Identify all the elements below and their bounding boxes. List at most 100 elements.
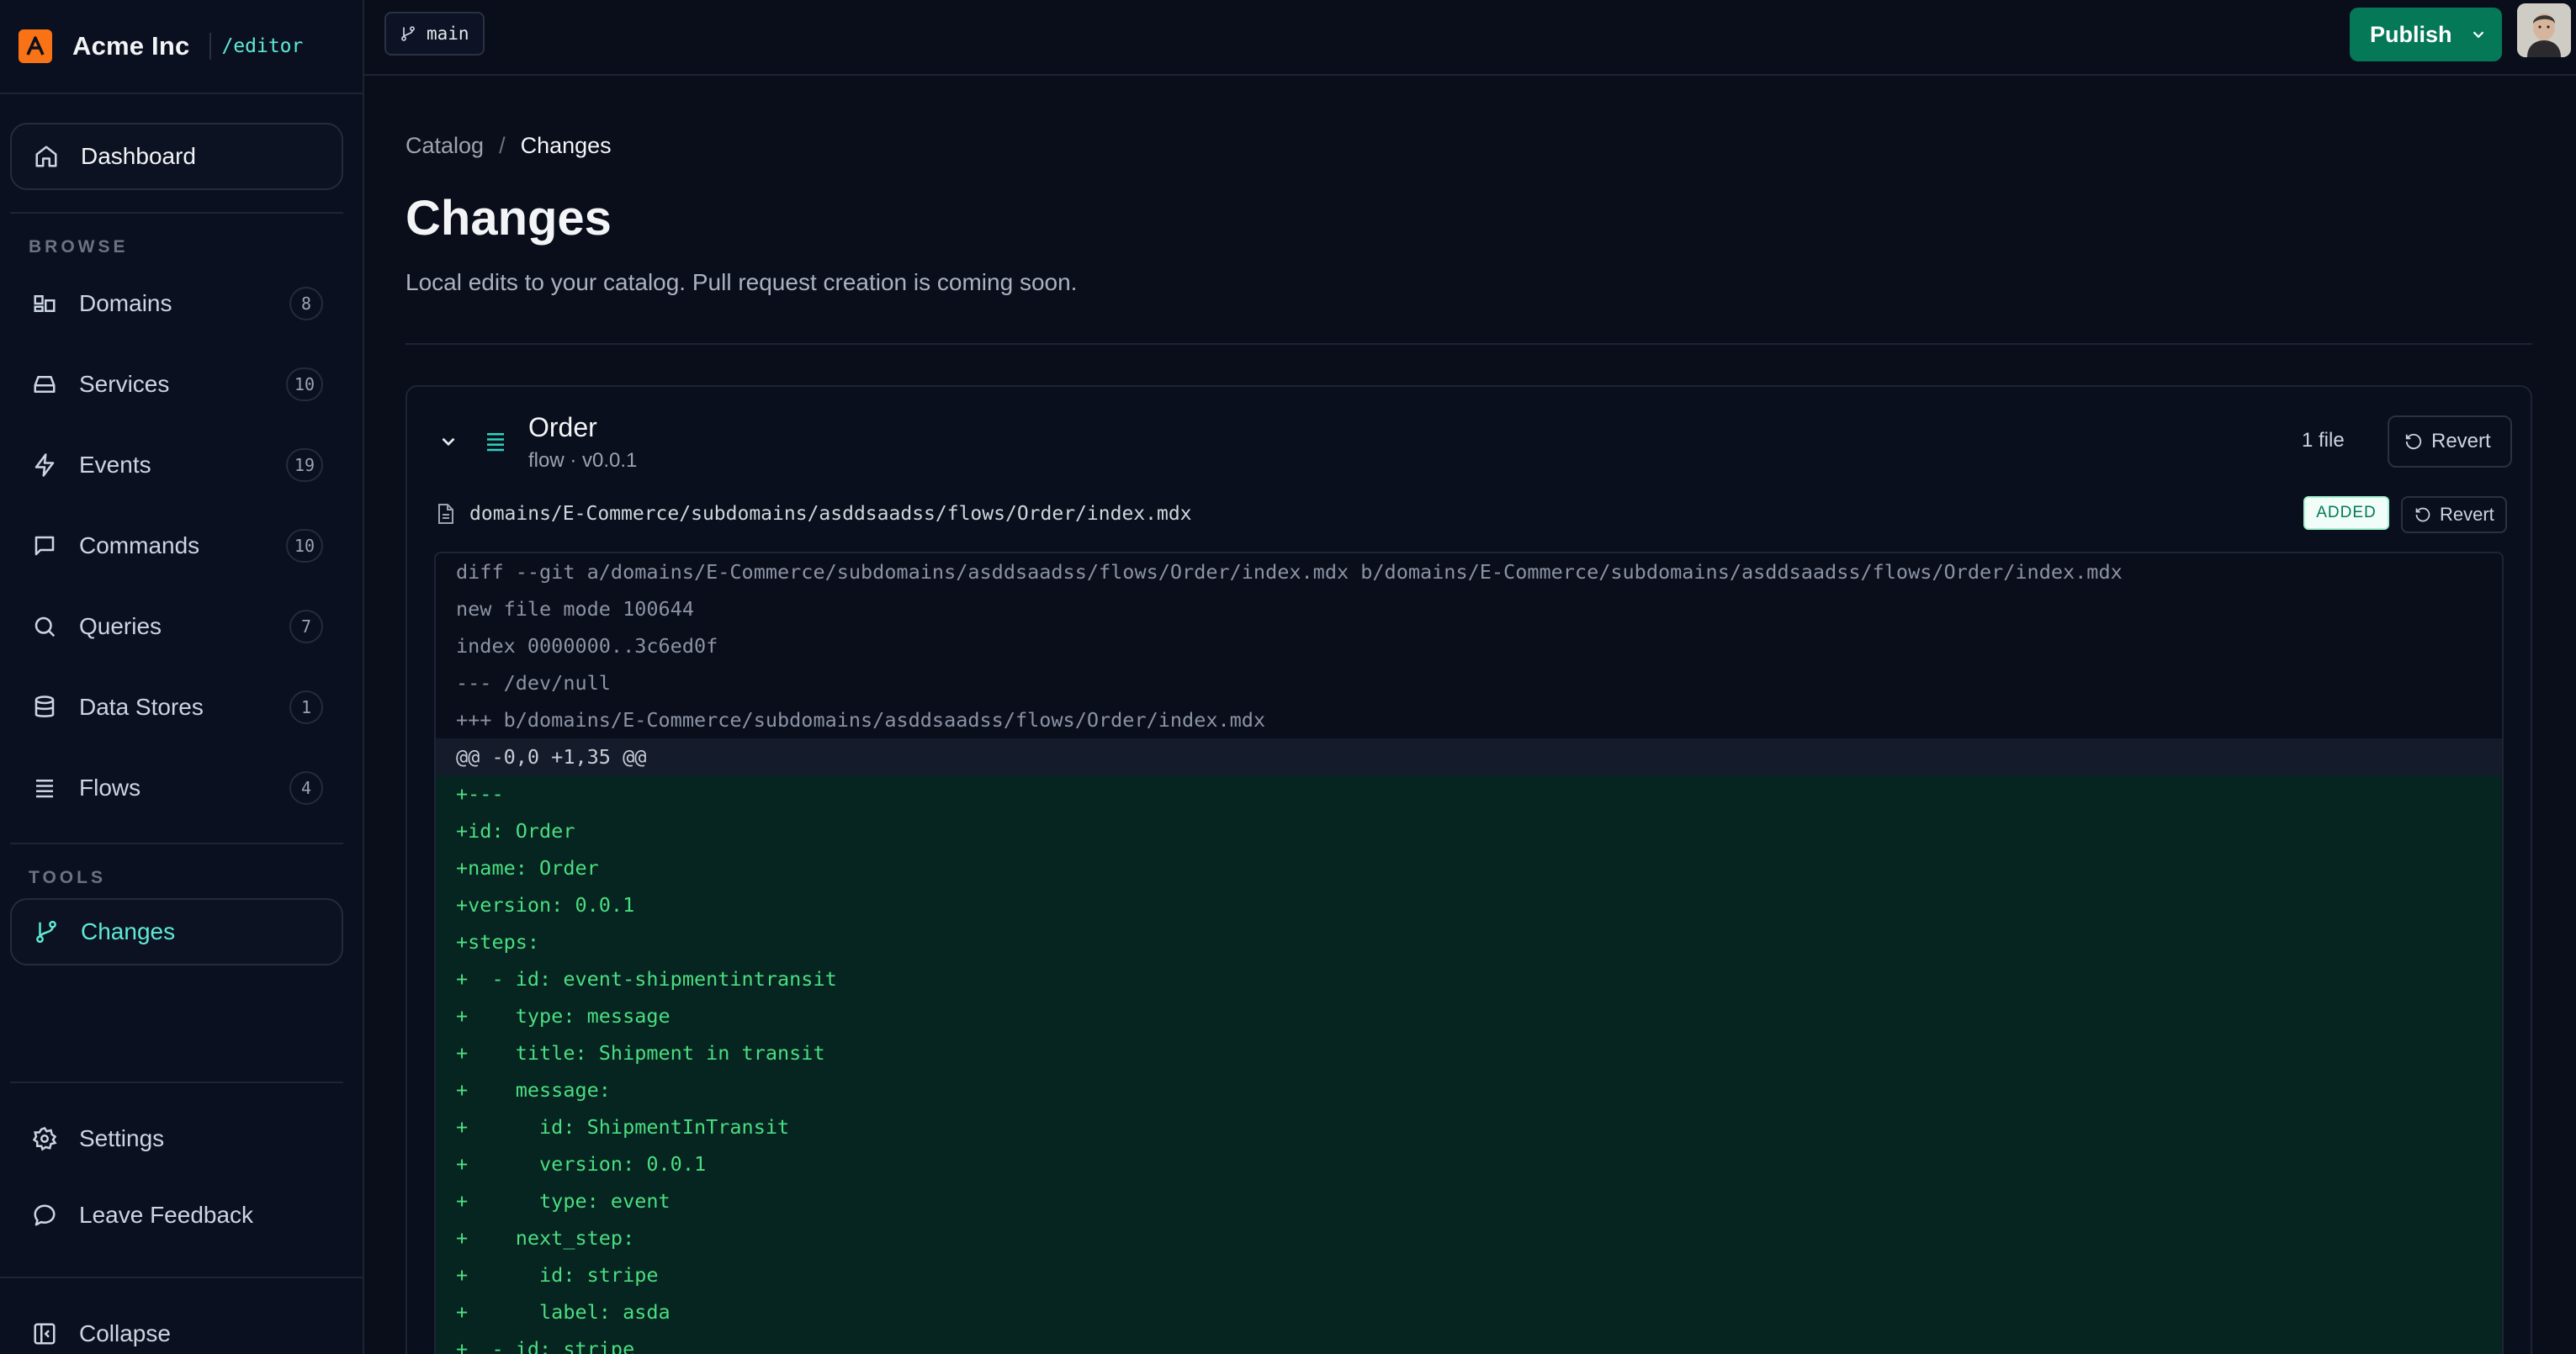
collapse-label: Collapse <box>79 1320 171 1346</box>
diff-line-add: +steps: <box>436 923 2502 960</box>
diff-line-add: +name: Order <box>436 849 2502 886</box>
diff-line-add: + message: <box>436 1071 2502 1108</box>
page-subtitle: Local edits to your catalog. Pull reques… <box>405 269 1078 295</box>
section-label-tools: TOOLS <box>29 868 106 887</box>
sidebar-item-changes[interactable]: Changes <box>10 898 343 965</box>
diff-line-meta: --- /dev/null <box>456 671 611 695</box>
change-name: Order <box>528 412 597 442</box>
publish-label: Publish <box>2370 21 2452 47</box>
revert-label: Revert <box>2440 504 2494 525</box>
diff-line-add: + next_step: <box>436 1219 2502 1256</box>
diff-line-add: +version: 0.0.1 <box>436 886 2502 923</box>
sidebar-item-flows[interactable]: Flows 4 <box>10 754 343 822</box>
collapse-button[interactable]: Collapse <box>10 1300 343 1354</box>
sidebar-item-queries[interactable]: Queries 7 <box>10 593 343 660</box>
sidebar-item-leave-feedback[interactable]: Leave Feedback <box>10 1182 343 1249</box>
message-circle-icon <box>30 1201 59 1230</box>
brand-header[interactable]: Acme Inc /editor <box>0 0 363 94</box>
domains-icon <box>30 289 59 318</box>
sidebar-item-label: Data Stores <box>79 694 204 720</box>
sidebar-item-events[interactable]: Events 19 <box>10 431 343 499</box>
revert-label: Revert <box>2431 430 2491 452</box>
sidebar-item-label: Settings <box>79 1125 165 1151</box>
page-divider <box>405 343 2532 345</box>
count-badge: 1 <box>289 690 323 724</box>
sidebar-item-label: Queries <box>79 613 162 639</box>
sidebar: Acme Inc /editor Dashboard BROWSE Domain… <box>0 0 364 1354</box>
sidebar-item-label: Changes <box>81 918 176 944</box>
count-badge: 19 <box>285 448 323 482</box>
sidebar-divider <box>10 212 343 214</box>
breadcrumb: Catalog / Changes <box>405 133 612 159</box>
branch-selector[interactable]: main <box>384 12 485 56</box>
sidebar-divider <box>10 1082 343 1083</box>
publish-button[interactable]: Publish <box>2350 8 2502 61</box>
section-label-browse: BROWSE <box>29 237 129 257</box>
chevron-down-icon[interactable] <box>437 431 459 457</box>
sidebar-item-settings[interactable]: Settings <box>10 1105 343 1172</box>
sidebar-item-label: Dashboard <box>81 143 196 169</box>
file-icon <box>436 503 456 529</box>
revert-file-button[interactable]: Revert <box>2401 496 2507 533</box>
sidebar-item-label: Commands <box>79 532 200 558</box>
search-icon <box>30 612 59 641</box>
undo-icon <box>2405 433 2422 450</box>
diff-line-add: + id: ShipmentInTransit <box>436 1108 2502 1145</box>
branch-name: main <box>427 24 469 44</box>
count-badge: 10 <box>285 529 323 563</box>
sidebar-divider <box>10 843 343 844</box>
sidebar-item-label: Domains <box>79 290 172 316</box>
git-branch-icon <box>401 26 415 41</box>
diff-line-add: + title: Shipment in transit <box>436 1034 2502 1071</box>
file-path: domains/E-Commerce/subdomains/asddsaadss… <box>469 503 1192 525</box>
diff-line-meta: new file mode 100644 <box>456 597 694 621</box>
breadcrumb-separator: / <box>499 133 506 158</box>
diff-line-add: + type: event <box>436 1182 2502 1219</box>
sidebar-item-services[interactable]: Services 10 <box>10 351 343 418</box>
flows-icon <box>30 774 59 802</box>
diff-line-add: + - id: stripe <box>436 1330 2502 1354</box>
diff-line-meta: +++ b/domains/E-Commerce/subdomains/asdd… <box>456 708 1266 732</box>
sidebar-divider <box>0 1277 363 1278</box>
sidebar-item-label: Events <box>79 452 151 478</box>
sidebar-item-label: Flows <box>79 775 141 801</box>
diff-line-hunk: @@ -0,0 +1,35 @@ <box>436 738 2502 775</box>
database-icon <box>30 693 59 722</box>
sidebar-item-dashboard[interactable]: Dashboard <box>10 123 343 190</box>
diff-viewer[interactable]: diff --git a/domains/E-Commerce/subdomai… <box>434 552 2504 1354</box>
diff-line-add: + label: asda <box>436 1293 2502 1330</box>
app-path: /editor <box>221 35 304 57</box>
sidebar-item-data-stores[interactable]: Data Stores 1 <box>10 674 343 741</box>
sidebar-collapse-icon <box>30 1320 59 1348</box>
undo-icon <box>2415 507 2430 522</box>
breadcrumb-changes: Changes <box>520 133 612 158</box>
sidebar-item-label: Leave Feedback <box>79 1202 254 1228</box>
git-branch-icon <box>32 918 61 946</box>
brand-divider <box>209 33 212 60</box>
count-badge: 4 <box>289 771 323 805</box>
file-count: 1 file <box>2302 429 2345 452</box>
inbox-icon <box>30 370 59 399</box>
diff-line-add: + - id: event-shipmentintransit <box>436 960 2502 997</box>
change-card: Order flow · v0.0.1 1 file Revert domain… <box>405 385 2532 1354</box>
topbar: main <box>364 0 2576 76</box>
diff-line-meta: index 0000000..3c6ed0f <box>456 634 718 658</box>
gear-icon <box>30 1124 59 1153</box>
avatar[interactable] <box>2517 3 2571 57</box>
acme-logo-icon <box>19 29 52 63</box>
message-square-icon <box>30 532 59 560</box>
diff-line-add: +id: Order <box>436 812 2502 849</box>
sidebar-item-commands[interactable]: Commands 10 <box>10 512 343 579</box>
diff-line-add: +--- <box>436 775 2502 812</box>
count-badge: 8 <box>289 287 323 320</box>
diff-line-add: + type: message <box>436 997 2502 1034</box>
diff-line-meta: diff --git a/domains/E-Commerce/subdomai… <box>456 560 2123 584</box>
count-badge: 10 <box>285 368 323 401</box>
lightning-icon <box>30 451 59 479</box>
sidebar-item-domains[interactable]: Domains 8 <box>10 270 343 337</box>
app-name: Acme Inc <box>72 31 190 61</box>
diff-line-add: + id: stripe <box>436 1256 2502 1293</box>
sidebar-item-label: Services <box>79 371 170 397</box>
revert-all-button[interactable]: Revert <box>2388 415 2512 468</box>
breadcrumb-catalog[interactable]: Catalog <box>405 133 484 159</box>
